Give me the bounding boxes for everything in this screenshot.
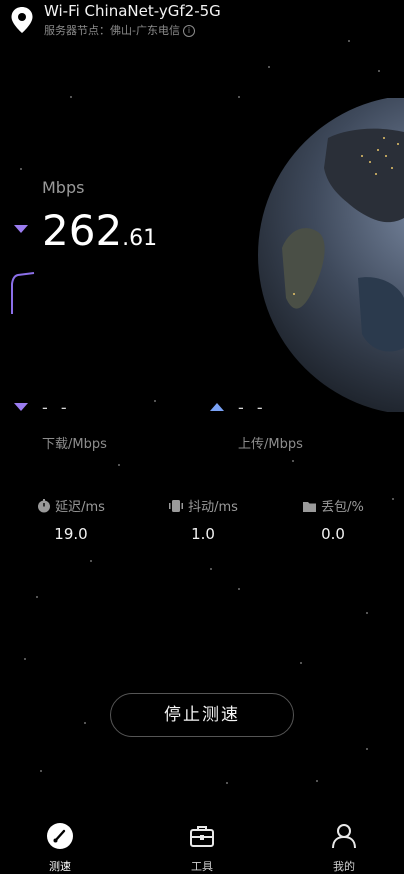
- upload-arrow-icon: [210, 403, 224, 411]
- wifi-network-name: Wi-Fi ChinaNet-yGf2-5G: [44, 2, 221, 20]
- stop-test-button[interactable]: 停止测速: [110, 693, 294, 737]
- header: Wi-Fi ChinaNet-yGf2-5G 服务器节点：佛山-广东电信 i: [10, 2, 400, 42]
- packet-loss-metric: 丢包/% 0.0: [278, 496, 388, 543]
- nav-tab-tools[interactable]: 工具: [162, 812, 242, 874]
- upload-value: - -: [238, 398, 267, 417]
- earth-globe-image: [258, 98, 404, 412]
- download-arrow-icon: [14, 403, 28, 411]
- latency-metric: 延迟/ms 19.0: [16, 496, 126, 543]
- location-pin-icon: [11, 7, 33, 33]
- folder-icon: [303, 502, 317, 512]
- download-indicator-icon: [14, 225, 28, 233]
- speedometer-icon: [47, 823, 73, 849]
- download-label: 下载/Mbps: [42, 437, 107, 452]
- packet-loss-label: 丢包/%: [321, 500, 364, 515]
- nav-tab-profile-label: 我的: [333, 860, 355, 873]
- jitter-label: 抖动/ms: [188, 500, 238, 515]
- vibrate-icon: [169, 500, 184, 512]
- person-icon: [332, 824, 356, 849]
- timer-icon: [38, 499, 51, 513]
- current-speed-integer: 262: [42, 206, 123, 255]
- toolbox-icon: [190, 826, 214, 847]
- speed-graph-line: [11, 272, 35, 314]
- current-speed: 262.61: [42, 206, 157, 255]
- jitter-value: 1.0: [191, 525, 215, 543]
- nav-tab-profile[interactable]: 我的: [304, 812, 384, 874]
- latency-value: 19.0: [54, 525, 88, 543]
- bottom-navigation: 测速 工具 我的: [0, 812, 404, 874]
- server-node[interactable]: 服务器节点：佛山-广东电信 i: [44, 22, 195, 38]
- server-node-label: 服务器节点：佛山-广东电信: [44, 24, 180, 37]
- nav-tab-speedtest[interactable]: 测速: [20, 812, 100, 874]
- packet-loss-value: 0.0: [321, 525, 345, 543]
- speed-unit-label: Mbps: [42, 178, 85, 197]
- download-value: - -: [42, 398, 71, 417]
- info-icon[interactable]: i: [182, 25, 195, 37]
- nav-tab-speedtest-label: 测速: [49, 860, 71, 873]
- nav-tab-tools-label: 工具: [191, 860, 213, 873]
- jitter-metric: 抖动/ms 1.0: [148, 496, 258, 543]
- latency-label: 延迟/ms: [55, 500, 105, 515]
- upload-label: 上传/Mbps: [238, 437, 303, 452]
- current-speed-decimal: .61: [122, 226, 158, 251]
